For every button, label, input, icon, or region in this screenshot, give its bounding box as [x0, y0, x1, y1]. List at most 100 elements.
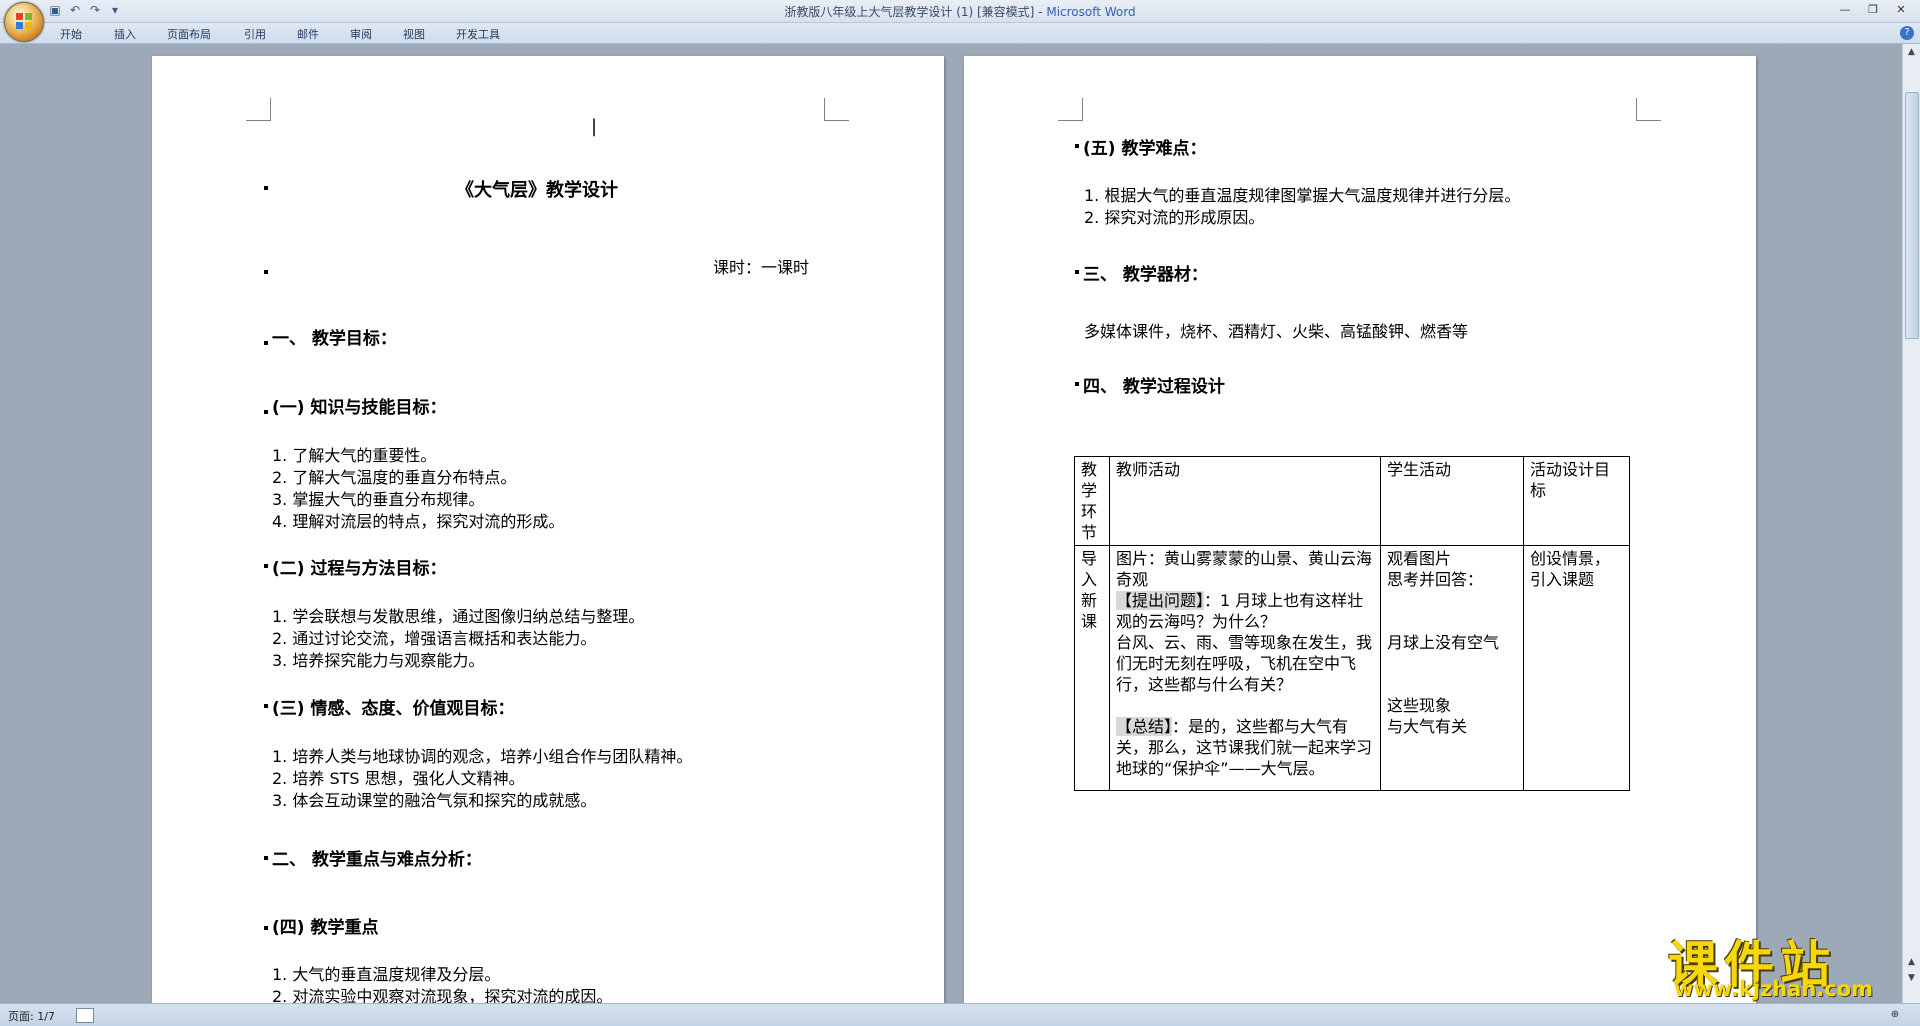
office-button[interactable] [4, 2, 44, 42]
teacher-summary: 【总结】：是的，这些都与大气有关，那么，这节课我们就一起来学习地球的“保护伞”—… [1116, 716, 1374, 779]
paragraph-mark [264, 341, 268, 345]
teacher-question: 【提出问题】：1 月球上也有这样壮观的云海吗？为什么？ [1116, 590, 1374, 632]
subsection-heading: (四) 教学重点 [272, 918, 379, 938]
student-line: 思考并回答： [1387, 570, 1484, 589]
student-line: 这些现象 [1387, 696, 1452, 715]
watermark: 课件站 www.kjzhan.com [1660, 925, 1900, 1005]
student-line: 观看图片 [1387, 549, 1452, 568]
paragraph-mark [264, 926, 268, 930]
scroll-up-icon[interactable]: ▲ [1905, 46, 1918, 59]
margin-corner [246, 98, 271, 121]
minimize-icon[interactable]: — [1832, 2, 1858, 18]
process-table: 教学环节 教师活动 学生活动 活动设计目标 导入新课 图片：黄山雾蒙蒙的山景、黄… [1074, 456, 1630, 791]
list-item: 1. 学会联想与发散思维，通过图像归纳总结与整理。 [272, 607, 645, 626]
list-item: 4. 理解对流层的特点，探究对流的形成。 [272, 512, 565, 531]
list-item: 2. 通过讨论交流，增强语言概括和表达能力。 [272, 629, 597, 648]
title-bar: 浙教版八年级上大气层教学设计 (1) [兼容模式] - Microsoft Wo… [0, 0, 1920, 23]
zoom-icon[interactable]: ⊕ [1888, 1008, 1902, 1021]
list-item: 3. 培养探究能力与观察能力。 [272, 651, 485, 670]
save-icon[interactable]: ▣ [48, 3, 62, 17]
document-area: | 《大气层》教学设计 课时：一课时 一、 教学目标： (一) 知识与技能目标：… [0, 44, 1903, 1003]
list-item: 3. 体会互动课堂的融洽气氛和探究的成就感。 [272, 791, 597, 810]
subsection-heading: (三) 情感、态度、价值观目标： [272, 699, 515, 719]
equipment-text: 多媒体课件，烧杯、酒精灯、火柴、高锰酸钾、燃香等 [1084, 322, 1469, 341]
paragraph-mark [264, 564, 268, 568]
undo-icon[interactable]: ↶ [68, 3, 82, 17]
vertical-scrollbar[interactable]: ▲ ▲ ▼ [1902, 44, 1920, 1003]
table-header-cell: 教师活动 [1109, 456, 1381, 546]
list-item: 1. 培养人类与地球协调的观念，培养小组合作与团队精神。 [272, 747, 693, 766]
page-1[interactable]: | 《大气层》教学设计 课时：一课时 一、 教学目标： (一) 知识与技能目标：… [152, 56, 944, 1003]
tab-page-layout[interactable]: 页面布局 [167, 26, 211, 42]
doc-title: 《大气层》教学设计 [456, 180, 618, 201]
window-controls: — ❐ ✕ [1832, 2, 1914, 18]
table-header-cell: 活动设计目标 [1523, 456, 1630, 546]
quick-access-toolbar: ▣ ↶ ↷ ▾ [48, 3, 122, 17]
list-item: 1. 了解大气的重要性。 [272, 446, 437, 465]
goal-cell: 创设情景， 引入课题 [1523, 545, 1630, 791]
section-heading: 一、 教学目标： [272, 329, 397, 349]
maximize-icon[interactable]: ❐ [1860, 2, 1886, 18]
window-title: 浙教版八年级上大气层教学设计 (1) [兼容模式] - Microsoft Wo… [784, 5, 1136, 19]
section-heading: 二、 教学重点与难点分析： [272, 850, 482, 870]
tab-insert[interactable]: 插入 [114, 26, 136, 42]
student-line: 月球上没有空气 [1387, 633, 1500, 652]
table-header-cell: 学生活动 [1380, 456, 1524, 546]
watermark-url: www.kjzhan.com [1674, 977, 1874, 1001]
page-indicator[interactable]: 页面: 1/7 [8, 1008, 55, 1024]
list-item: 1. 大气的垂直温度规律及分层。 [272, 965, 501, 984]
help-icon[interactable]: ? [1900, 26, 1914, 40]
student-activity-cell: 观看图片 思考并回答： 月球上没有空气 这些现象 与大气有关 [1380, 545, 1524, 791]
paragraph-mark [264, 856, 268, 860]
redo-icon[interactable]: ↷ [88, 3, 102, 17]
margin-corner [1058, 98, 1083, 121]
tab-review[interactable]: 审阅 [350, 26, 372, 42]
teacher-line: 图片：黄山雾蒙蒙的山景、黄山云海奇观 [1116, 549, 1373, 589]
table-header-cell: 教学环节 [1074, 456, 1110, 546]
tab-references[interactable]: 引用 [244, 26, 266, 42]
margin-corner [824, 98, 849, 121]
table-cell: 导入新课 [1074, 545, 1110, 791]
document-title: 浙教版八年级上大气层教学设计 (1) [兼容模式] [784, 5, 1035, 19]
paragraph-mark [264, 410, 268, 414]
list-item: 2. 培养 STS 思想，强化人文精神。 [272, 769, 525, 788]
tab-mailings[interactable]: 邮件 [297, 26, 319, 42]
list-item: 2. 对流实验中观察对流现象，探究对流的成因。 [272, 987, 613, 1003]
paragraph-mark [1075, 144, 1079, 148]
teacher-line: 台风、云、雨、雪等现象在发生，我们无时无刻在呼吸，飞机在空中飞行，这些都与什么有… [1116, 633, 1373, 694]
status-bar: 页面: 1/7 ⊕ [0, 1003, 1920, 1026]
proofing-icon[interactable] [76, 1008, 94, 1023]
paragraph-mark [1075, 382, 1079, 386]
student-line: 与大气有关 [1387, 717, 1468, 736]
paragraph-mark [264, 186, 268, 190]
list-item: 3. 掌握大气的垂直分布规律。 [272, 490, 485, 509]
subsection-heading: (二) 过程与方法目标： [272, 559, 447, 579]
section-heading: 三、 教学器材： [1083, 265, 1208, 285]
list-item: 2. 探究对流的形成原因。 [1084, 208, 1265, 227]
subsection-heading: (五) 教学难点： [1083, 139, 1207, 159]
tag-label: 【总结】 [1116, 717, 1173, 736]
list-item: 2. 了解大气温度的垂直分布特点。 [272, 468, 517, 487]
next-page-icon[interactable]: ▼ [1905, 972, 1918, 985]
tab-developer[interactable]: 开发工具 [456, 26, 500, 42]
prev-page-icon[interactable]: ▲ [1905, 956, 1918, 969]
tag-label: 【提出问题】 [1116, 591, 1205, 610]
tab-home[interactable]: 开始 [60, 26, 82, 42]
scrollbar-thumb[interactable] [1905, 92, 1919, 339]
tab-view[interactable]: 视图 [403, 26, 425, 42]
paragraph-mark [1075, 270, 1079, 274]
text-cursor: | [591, 116, 598, 137]
list-item: 1. 根据大气的垂直温度规律图掌握大气温度规律并进行分层。 [1084, 186, 1521, 205]
goal-line: 创设情景， [1530, 549, 1611, 568]
section-heading: 四、 教学过程设计 [1083, 377, 1225, 397]
close-icon[interactable]: ✕ [1888, 2, 1914, 18]
table-row: 教学环节 教师活动 学生活动 活动设计目标 [1074, 456, 1630, 546]
customize-icon[interactable]: ▾ [108, 3, 122, 17]
office-logo-icon [16, 13, 32, 29]
page-2[interactable]: (五) 教学难点： 1. 根据大气的垂直温度规律图掌握大气温度规律并进行分层。 … [964, 56, 1756, 1003]
margin-corner [1636, 98, 1661, 121]
teacher-activity-cell: 图片：黄山雾蒙蒙的山景、黄山云海奇观 【提出问题】：1 月球上也有这样壮观的云海… [1109, 545, 1381, 791]
